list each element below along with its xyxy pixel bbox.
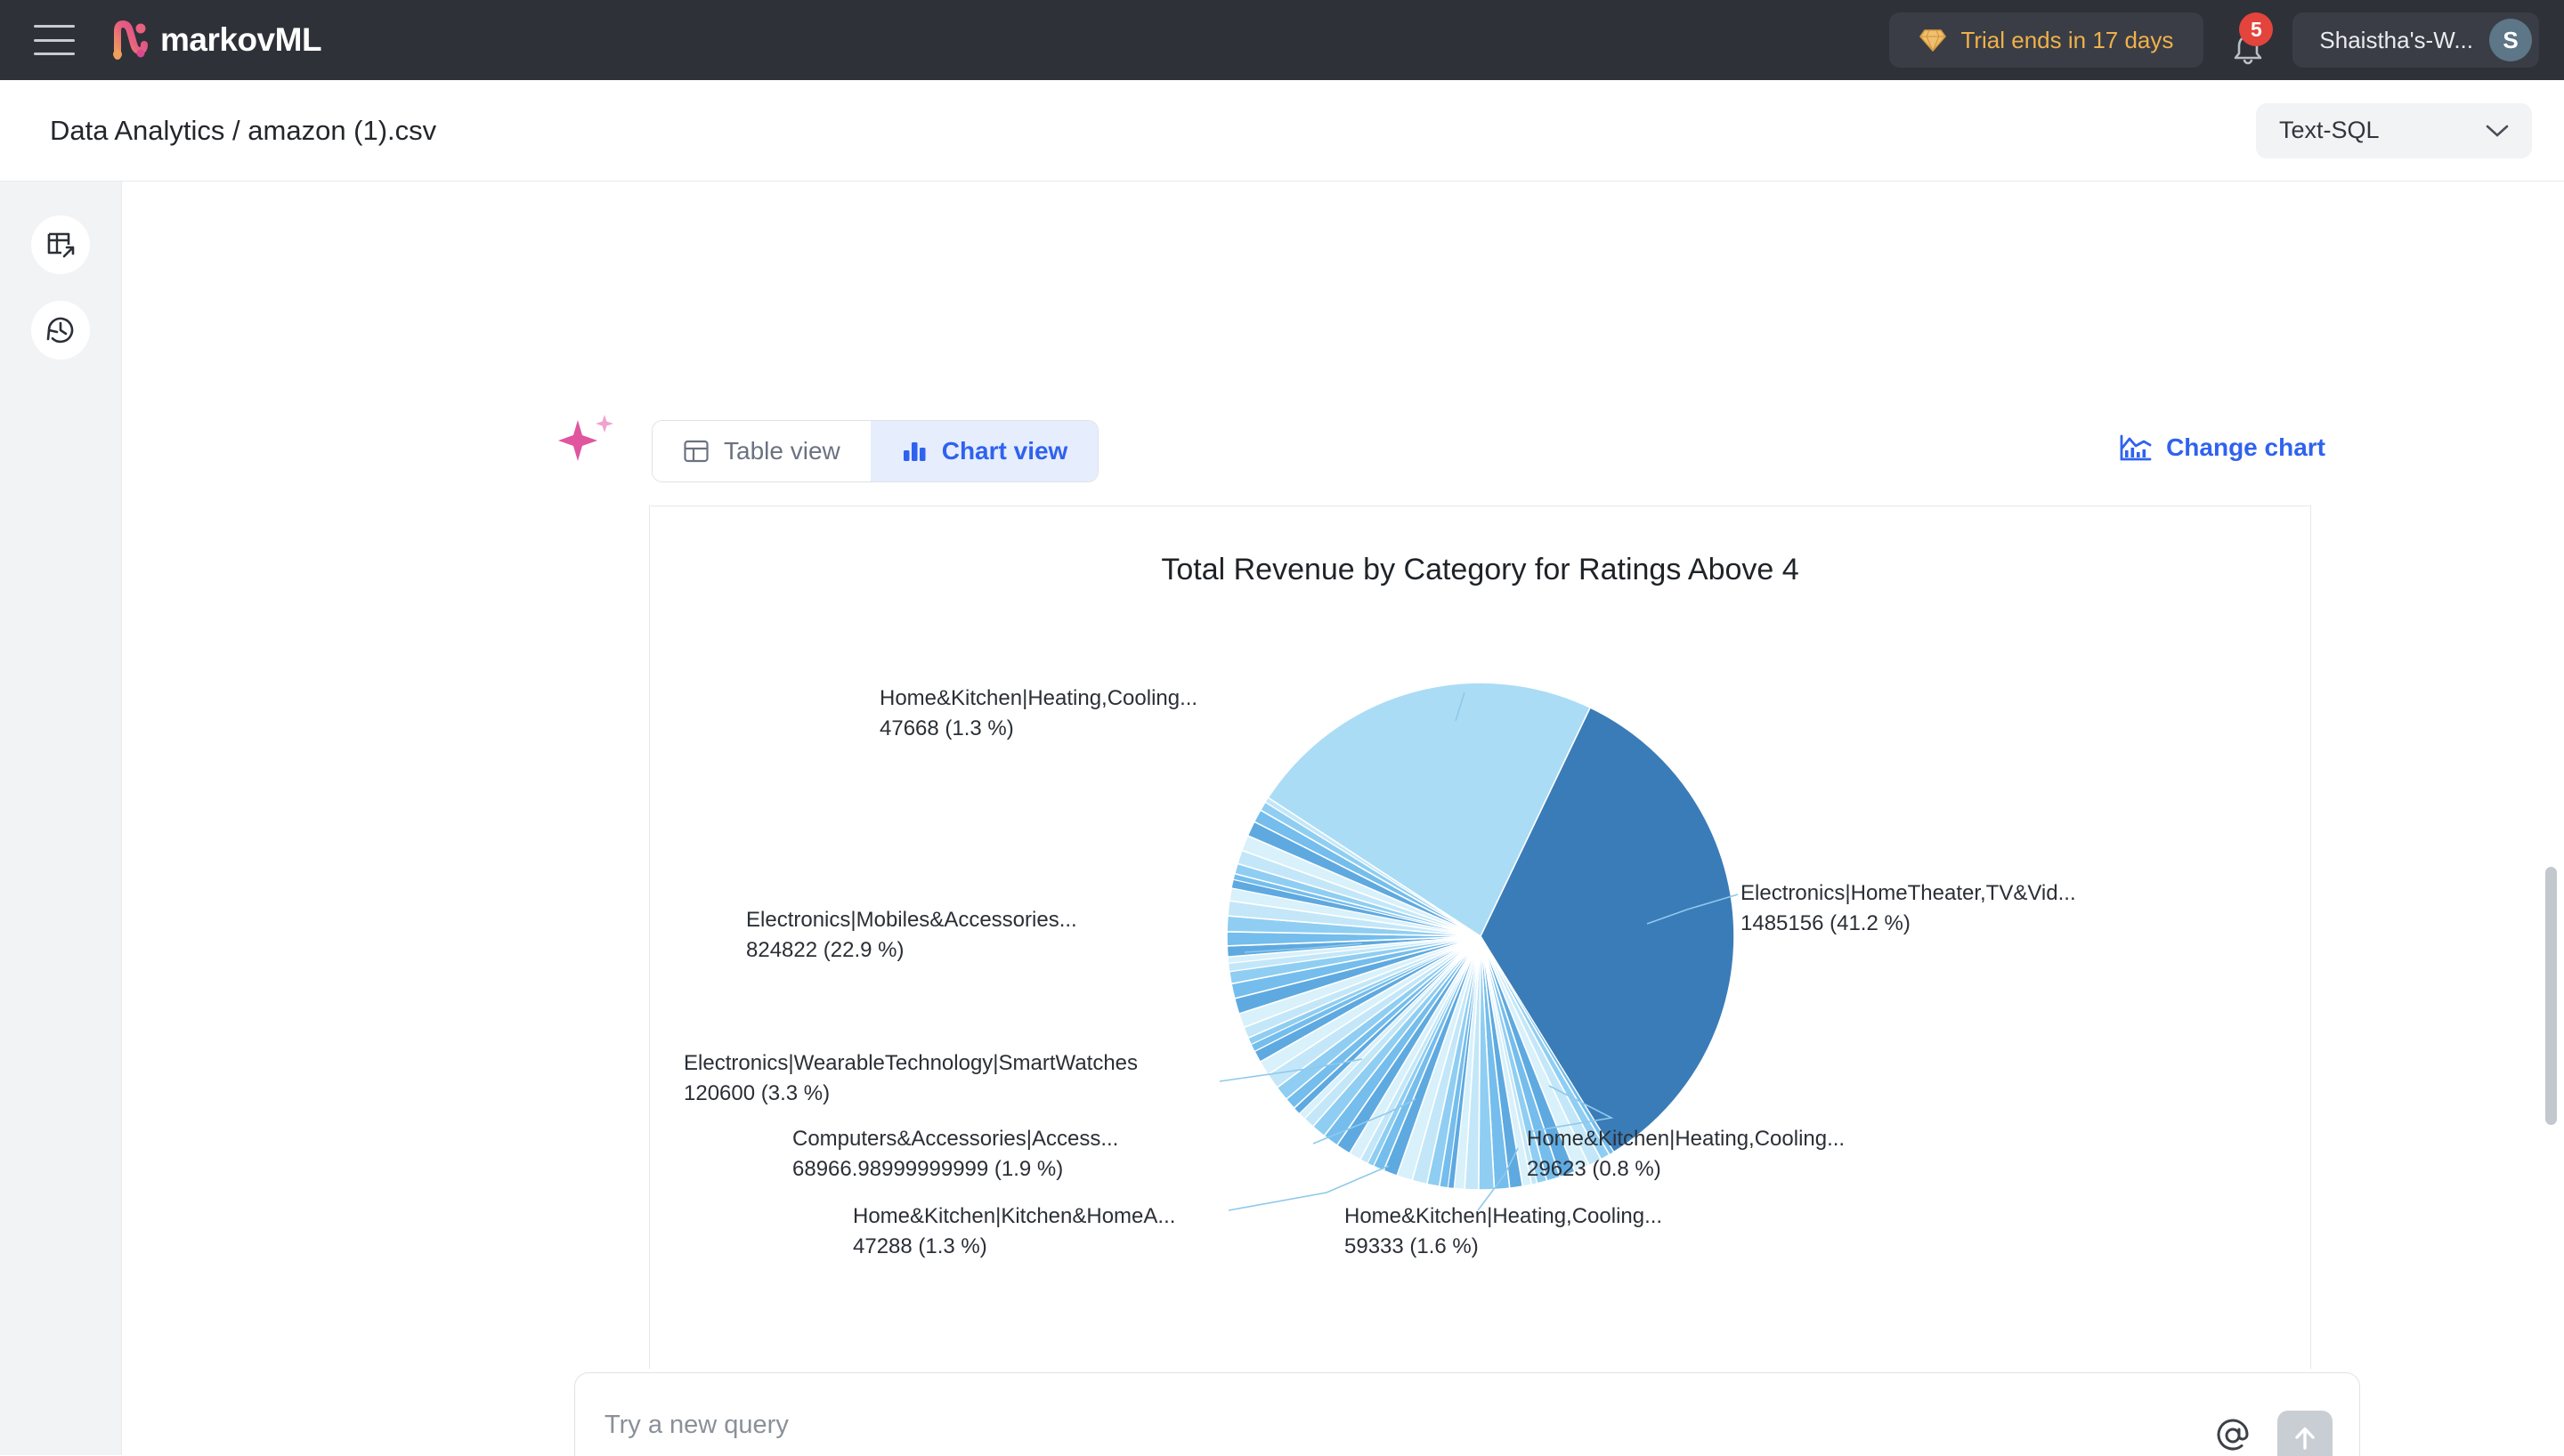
trial-status-button[interactable]: Trial ends in 17 days <box>1889 12 2204 68</box>
pie-label-value: 68966.98999999999 (1.9 %) <box>792 1157 1064 1182</box>
change-chart-button[interactable]: Change chart <box>2120 433 2325 462</box>
chart-card: Total Revenue by Category for Ratings Ab… <box>649 506 2311 1369</box>
avatar: S <box>2489 19 2532 61</box>
line-chart-icon <box>2120 434 2152 461</box>
markovml-logo-icon <box>113 20 148 60</box>
pie-label-value: 59333 (1.6 %) <box>1344 1234 1479 1259</box>
arrow-up-icon <box>2295 1427 2315 1450</box>
pie-label-name: Computers&Accessories|Access... <box>792 1127 1119 1151</box>
brand-name: markovML <box>160 21 322 58</box>
table-icon <box>684 440 709 463</box>
pie-label-bottom-mid: Home&Kitchen|Heating,Cooling... 59333 (1… <box>1344 1201 1662 1262</box>
notifications-button[interactable]: 5 <box>2223 12 2274 66</box>
at-icon[interactable] <box>2213 1416 2252 1455</box>
query-input[interactable]: Try a new query <box>604 1411 789 1440</box>
pie-label-left-mid: Electronics|WearableTechnology|SmartWatc… <box>684 1048 1138 1109</box>
tab-chart-view-label: Chart view <box>941 437 1068 465</box>
brand-logo[interactable]: markovML <box>110 20 322 60</box>
pie-label-name: Home&Kitchen|Kitchen&HomeA... <box>853 1204 1176 1228</box>
pie-label-left-lower: Computers&Accessories|Access... 68966.98… <box>792 1124 1118 1185</box>
history-icon <box>46 317 74 344</box>
pie-label-value: 1485156 (41.2 %) <box>1740 911 1911 936</box>
pie-label-value: 47668 (1.3 %) <box>880 716 1014 741</box>
pie-label-name: Electronics|WearableTechnology|SmartWatc… <box>684 1051 1139 1075</box>
pie-label-right: Electronics|HomeTheater,TV&Vid... 148515… <box>1740 878 2076 939</box>
pie-label-name: Home&Kitchen|Heating,Cooling... <box>880 686 1198 710</box>
pie-label-value: 824822 (22.9 %) <box>746 938 905 963</box>
pie-label-value: 47288 (1.3 %) <box>853 1234 987 1259</box>
pie-label-bottom-left: Home&Kitchen|Kitchen&HomeA... 47288 (1.3… <box>853 1201 1175 1262</box>
mode-select-dropdown[interactable]: Text-SQL <box>2256 102 2532 158</box>
left-rail <box>0 182 122 1455</box>
topbar-right-group: Trial ends in 17 days 5 Shaistha's-W... … <box>1889 12 2539 68</box>
pie-label-left-upper: Electronics|Mobiles&Accessories... 82482… <box>746 905 1077 966</box>
main-content: Table view Chart view Change chart Total… <box>122 182 2564 1456</box>
breadcrumb[interactable]: Data Analytics / amazon (1).csv <box>50 115 436 147</box>
workspace-name: Shaistha's-W... <box>2319 26 2473 53</box>
pie-slices[interactable] <box>1226 682 1735 1191</box>
chart-title: Total Revenue by Category for Ratings Ab… <box>1161 553 1799 586</box>
pie-chart: Home&Kitchen|Heating,Cooling... 47668 (1… <box>650 587 2310 1317</box>
mode-select-value: Text-SQL <box>2279 117 2380 143</box>
notification-count-badge: 5 <box>2239 12 2274 46</box>
pie-label-name: Home&Kitchen|Heating,Cooling... <box>1344 1204 1663 1228</box>
workspace-user-menu[interactable]: Shaistha's-W... S <box>2292 12 2539 68</box>
view-tabs: Table view Chart view <box>652 420 1099 482</box>
sparkle-icon <box>558 415 613 461</box>
table-export-icon <box>47 232 75 258</box>
pie-label-name: Electronics|HomeTheater,TV&Vid... <box>1740 881 2076 905</box>
tab-table-view-label: Table view <box>724 437 840 465</box>
query-input-container[interactable]: Try a new query <box>574 1372 2360 1456</box>
sidebar-item-table-export[interactable] <box>31 215 90 274</box>
tab-table-view[interactable]: Table view <box>653 421 871 481</box>
trial-label: Trial ends in 17 days <box>1960 26 2174 53</box>
scrollbar-track[interactable] <box>2544 182 2557 1455</box>
breadcrumb-bar: Data Analytics / amazon (1).csv Text-SQL <box>0 80 2564 182</box>
bar-chart-icon <box>903 442 926 461</box>
gem-icon <box>1919 29 1947 52</box>
hamburger-menu-icon[interactable] <box>34 25 75 55</box>
page-body: Table view Chart view Change chart Total… <box>0 182 2564 1456</box>
sidebar-item-history[interactable] <box>31 301 90 360</box>
scrollbar-thumb[interactable] <box>2545 867 2557 1125</box>
pie-label-value: 29623 (0.8 %) <box>1527 1157 1661 1182</box>
pie-label-bottom-right: Home&Kitchen|Heating,Cooling... 29623 (0… <box>1527 1124 1845 1185</box>
pie-label-top-left: Home&Kitchen|Heating,Cooling... 47668 (1… <box>880 684 1197 744</box>
tab-chart-view[interactable]: Chart view <box>870 421 1099 481</box>
top-navigation-bar: markovML Trial ends in 17 days 5 Shaisth… <box>0 0 2564 80</box>
change-chart-label: Change chart <box>2166 433 2325 461</box>
send-button[interactable] <box>2277 1411 2333 1456</box>
pie-label-value: 120600 (3.3 %) <box>684 1081 831 1106</box>
pie-label-name: Electronics|Mobiles&Accessories... <box>746 908 1077 932</box>
pie-label-name: Home&Kitchen|Heating,Cooling... <box>1527 1127 1846 1151</box>
chevron-down-icon <box>2486 125 2509 137</box>
